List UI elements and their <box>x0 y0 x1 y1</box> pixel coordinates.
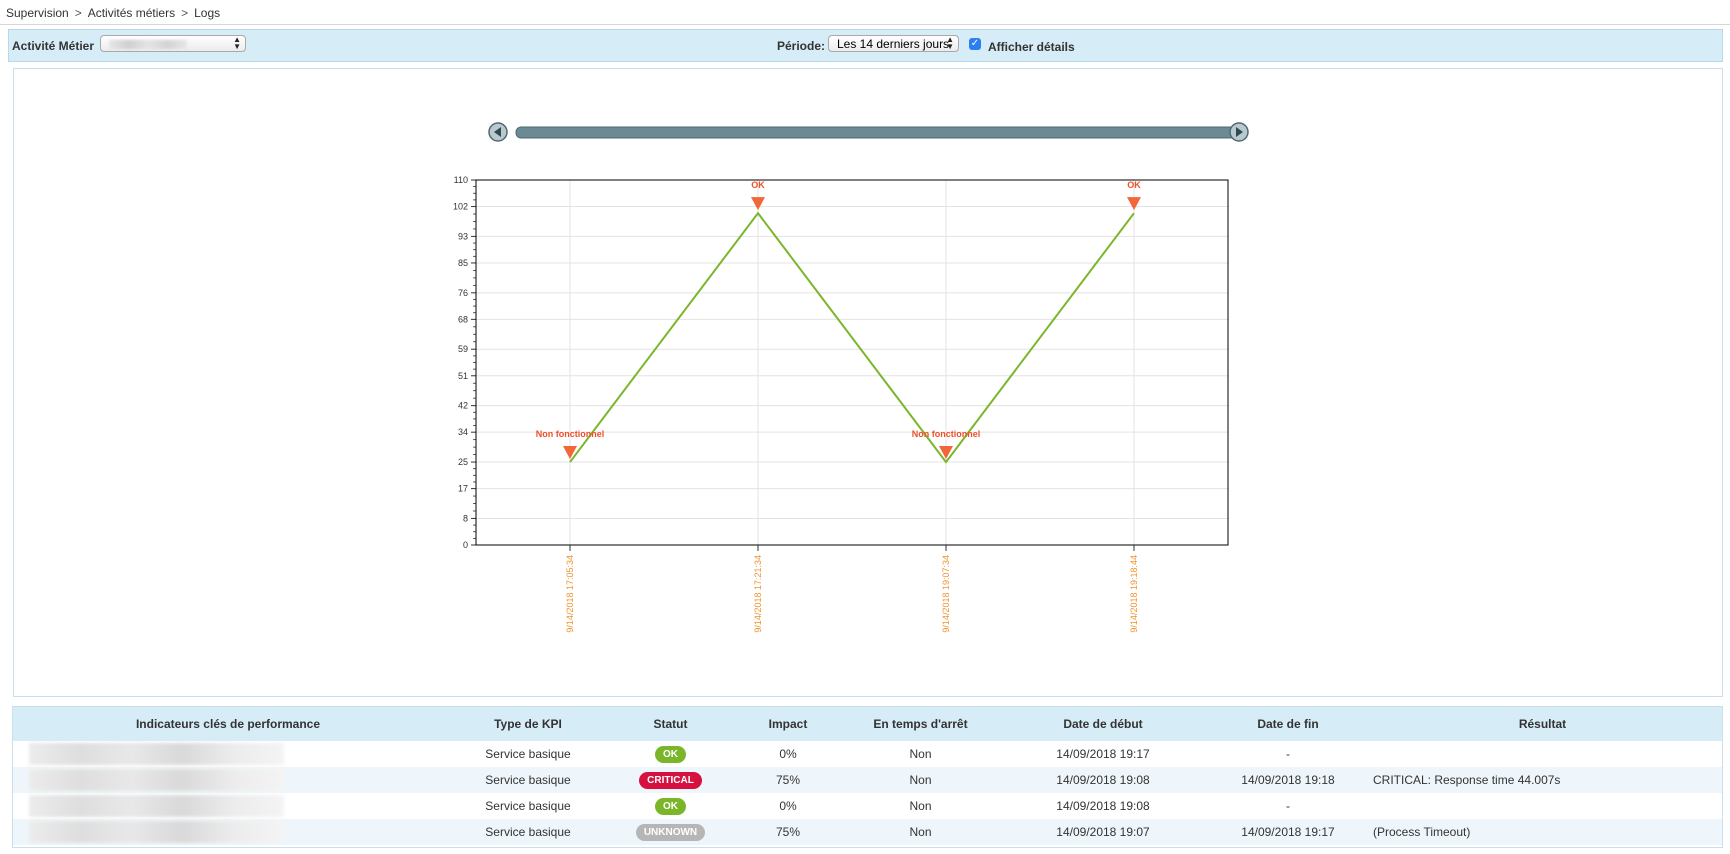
downtime: Non <box>909 825 932 839</box>
impact: 0% <box>779 747 797 761</box>
timeline-scrollbar-track <box>515 126 1237 139</box>
period-select-value: Les 14 derniers jours <box>837 37 950 51</box>
data-point-annotation: OK <box>751 180 765 190</box>
breadcrumb-separator: > <box>74 6 82 20</box>
table-row[interactable]: Service basique UNKNOWN 75% Non 14/09/20… <box>13 819 1722 845</box>
data-point-marker <box>1127 197 1141 211</box>
data-point-marker <box>751 197 765 211</box>
status-badge: OK <box>655 745 686 763</box>
kpi-type: Service basique <box>485 747 571 761</box>
col-header-impact[interactable]: Impact <box>728 707 848 741</box>
y-tick-label: 102 <box>453 202 468 212</box>
status-badge: UNKNOWN <box>635 823 706 841</box>
end-date: - <box>1286 747 1290 761</box>
y-tick-label: 34 <box>458 427 468 437</box>
col-header-type[interactable]: Type de KPI <box>443 707 613 741</box>
result: (Process Timeout) <box>1373 825 1471 839</box>
status-cell: UNKNOWN <box>613 819 728 845</box>
activity-label: Activité Métier <box>12 39 95 53</box>
y-tick-label: 110 <box>454 175 468 185</box>
details-label[interactable]: Afficher détails <box>988 40 1075 54</box>
col-header-kpi[interactable]: Indicateurs clés de performance <box>13 707 443 741</box>
plot-frame <box>475 179 1229 546</box>
kpi-table: Indicateurs clés de performance Type de … <box>13 707 1722 845</box>
filter-toolbar: Activité Métier ▲ ▼ Période: Les 14 derni… <box>8 29 1723 62</box>
chart-panel: 0 8 17 25 34 42 51 59 68 76 85 93 102 110 Non fonction… <box>13 68 1723 697</box>
x-tick-label: 9/14/2018 19:07:34 <box>941 555 951 633</box>
table-row[interactable]: Service basique OK 0% Non 14/09/2018 19:… <box>13 793 1722 819</box>
period-select[interactable]: Les 14 derniers jours ▲ ▼ <box>828 35 959 52</box>
downtime: Non <box>909 773 932 787</box>
y-tick-label: 93 <box>458 231 468 241</box>
start-date: 14/09/2018 19:08 <box>1056 773 1150 787</box>
kpi-type: Service basique <box>485 773 571 787</box>
col-header-result[interactable]: Résultat <box>1363 707 1722 741</box>
y-tick-label: 8 <box>463 513 468 523</box>
end-date: 14/09/2018 19:17 <box>1241 825 1335 839</box>
table-row[interactable]: Service basique OK 0% Non 14/09/2018 19:… <box>13 741 1722 767</box>
result <box>1363 741 1722 767</box>
details-checkbox[interactable]: ✓ <box>969 38 981 50</box>
period-label: Période: <box>777 39 826 53</box>
result <box>1363 793 1722 819</box>
breadcrumb-item-activites-metiers[interactable]: Activités métiers <box>88 6 175 20</box>
breadcrumb-item-logs[interactable]: Logs <box>194 6 220 20</box>
status-cell: OK <box>613 793 728 819</box>
y-tick-label: 76 <box>458 288 468 298</box>
kpi-name-redacted <box>13 793 443 819</box>
activity-select[interactable]: ▲ ▼ <box>100 35 246 52</box>
kpi-name-redacted <box>13 741 443 767</box>
activity-value-redacted <box>109 40 187 49</box>
start-date: 14/09/2018 19:07 <box>1056 825 1150 839</box>
y-tick-label: 25 <box>458 457 468 467</box>
status-badge: CRITICAL <box>639 771 702 789</box>
x-tick-label: 9/14/2018 17:21:34 <box>753 555 763 633</box>
col-header-end[interactable]: Date de fin <box>1213 707 1363 741</box>
select-arrows-icon: ▲ ▼ <box>946 35 954 51</box>
col-header-status[interactable]: Statut <box>613 707 728 741</box>
impact: 0% <box>779 799 797 813</box>
kpi-type: Service basique <box>485 825 571 839</box>
line-chart: 0 8 17 25 34 42 51 59 68 76 85 93 102 110 Non fonction… <box>453 122 1249 633</box>
y-tick-label: 0 <box>463 540 468 550</box>
status-badge: OK <box>655 797 686 815</box>
kpi-table-panel: Indicateurs clés de performance Type de … <box>12 706 1723 848</box>
end-date: 14/09/2018 19:18 <box>1241 773 1335 787</box>
col-header-start[interactable]: Date de début <box>993 707 1213 741</box>
status-cell: OK <box>613 741 728 767</box>
impact: 75% <box>775 825 801 839</box>
breadcrumb-divider <box>0 24 1730 25</box>
kpi-name-redacted <box>13 819 443 845</box>
y-tick-label: 51 <box>458 371 468 381</box>
y-tick-label: 59 <box>458 344 468 354</box>
select-arrows-icon: ▲ ▼ <box>233 35 241 51</box>
downtime: Non <box>909 799 932 813</box>
y-tick-label: 17 <box>458 484 468 494</box>
start-date: 14/09/2018 19:08 <box>1056 799 1150 813</box>
breadcrumb: Supervision > Activités métiers > Logs <box>6 6 220 20</box>
data-point-annotation: OK <box>1127 180 1141 190</box>
y-tick-label: 85 <box>458 258 468 268</box>
start-date: 14/09/2018 19:17 <box>1056 747 1150 761</box>
result: CRITICAL: Response time 44.007s <box>1373 773 1561 787</box>
data-point-annotation: Non fonctionnel <box>536 429 605 439</box>
table-row[interactable]: Service basique CRITICAL 75% Non 14/09/2… <box>13 767 1722 793</box>
status-cell: CRITICAL <box>613 767 728 793</box>
series-line <box>569 211 1135 464</box>
breadcrumb-separator: > <box>181 6 189 20</box>
end-date: - <box>1286 799 1290 813</box>
data-point-annotation: Non fonctionnel <box>912 429 981 439</box>
y-tick-label: 42 <box>458 401 468 411</box>
downtime: Non <box>909 747 932 761</box>
x-tick-label: 9/14/2018 17:05:34 <box>565 555 575 633</box>
x-tick-label: 9/14/2018 19:18:44 <box>1129 555 1139 633</box>
breadcrumb-item-supervision[interactable]: Supervision <box>6 6 69 20</box>
impact: 75% <box>775 773 801 787</box>
col-header-downtime[interactable]: En temps d'arrêt <box>848 707 993 741</box>
table-header-row: Indicateurs clés de performance Type de … <box>13 707 1722 741</box>
kpi-name-redacted <box>13 767 443 793</box>
kpi-type: Service basique <box>485 799 571 813</box>
y-tick-label: 68 <box>458 314 468 324</box>
